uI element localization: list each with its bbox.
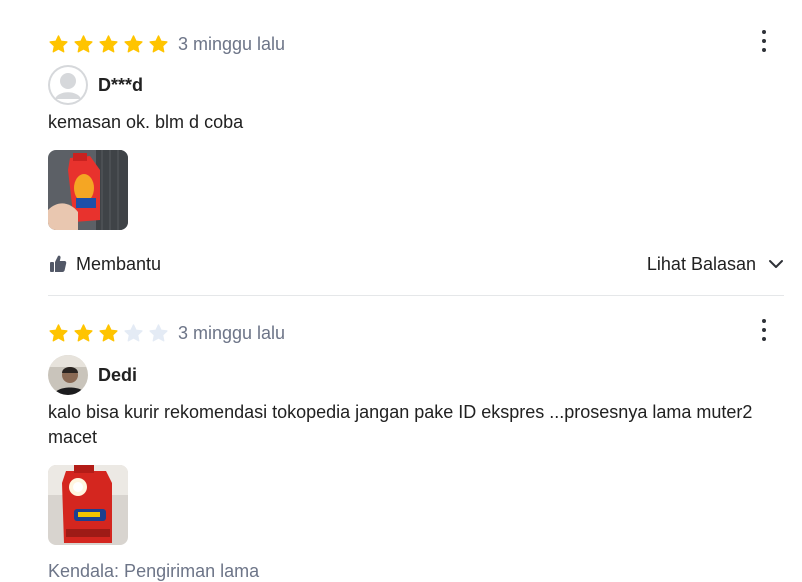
star-icon bbox=[48, 34, 69, 55]
star-icon bbox=[123, 34, 144, 55]
star-icon bbox=[98, 323, 119, 344]
rating-stars: 3 minggu lalu bbox=[48, 321, 285, 345]
helpful-label: Membantu bbox=[76, 253, 162, 274]
star-icon bbox=[148, 323, 169, 344]
rating-stars: 3 minggu lalu bbox=[48, 32, 285, 56]
avatar bbox=[48, 65, 88, 105]
review-card: 3 minggu lalu D***d kemasan ok. blm d co… bbox=[48, 30, 784, 288]
divider bbox=[48, 295, 784, 296]
star-icon bbox=[73, 34, 94, 55]
star-icon bbox=[98, 34, 119, 55]
issue-label: Kendala: Pengiriman lama bbox=[48, 561, 260, 581]
star-icon bbox=[123, 323, 144, 344]
review-text: kemasan ok. blm d coba bbox=[48, 112, 244, 132]
more-vertical-icon[interactable] bbox=[758, 313, 770, 347]
reviewer-name: Dedi bbox=[98, 364, 138, 385]
star-icon bbox=[48, 323, 69, 344]
avatar bbox=[48, 355, 88, 395]
reviewer-name: D***d bbox=[98, 74, 144, 95]
review-text: kalo bisa kurir rekomendasi tokopedia ja… bbox=[48, 402, 753, 447]
review-photo[interactable] bbox=[48, 150, 128, 230]
view-replies-label: Lihat Balasan bbox=[646, 253, 756, 274]
chevron-down-icon bbox=[769, 260, 783, 268]
thumbs-up-icon bbox=[50, 255, 67, 272]
star-icon bbox=[148, 34, 169, 55]
review-photo[interactable] bbox=[48, 465, 128, 545]
more-vertical-icon[interactable] bbox=[758, 24, 770, 58]
star-icon bbox=[73, 323, 94, 344]
review-time: 3 minggu lalu bbox=[178, 322, 286, 343]
view-replies-button[interactable]: Lihat Balasan bbox=[647, 251, 784, 277]
reviewer: D***d bbox=[48, 65, 143, 105]
reviewer: Dedi bbox=[48, 355, 137, 395]
helpful-button[interactable]: Membantu bbox=[48, 251, 161, 277]
review-card: 3 minggu lalu Dedi kalo bisa kurir rekom… bbox=[48, 319, 784, 581]
review-time: 3 minggu lalu bbox=[178, 33, 286, 54]
